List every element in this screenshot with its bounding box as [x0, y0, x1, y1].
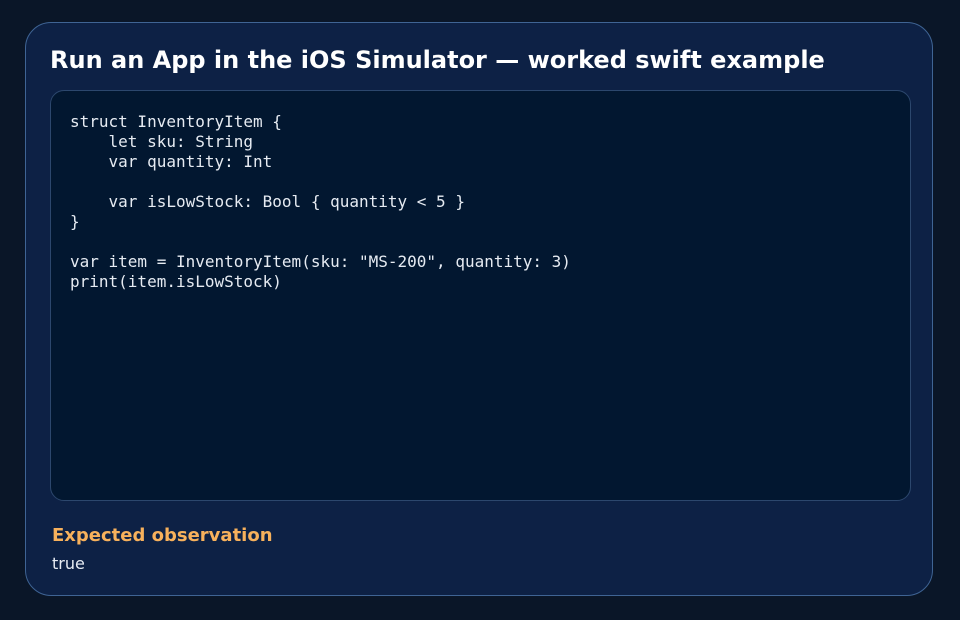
card-title: Run an App in the iOS Simulator — worked…: [50, 46, 825, 74]
example-card: Run an App in the iOS Simulator — worked…: [25, 22, 933, 596]
code-text[interactable]: struct InventoryItem { let sku: String v…: [70, 112, 571, 292]
observation-value: true: [52, 554, 85, 573]
observation-heading: Expected observation: [52, 525, 273, 546]
code-block: struct InventoryItem { let sku: String v…: [50, 90, 911, 501]
